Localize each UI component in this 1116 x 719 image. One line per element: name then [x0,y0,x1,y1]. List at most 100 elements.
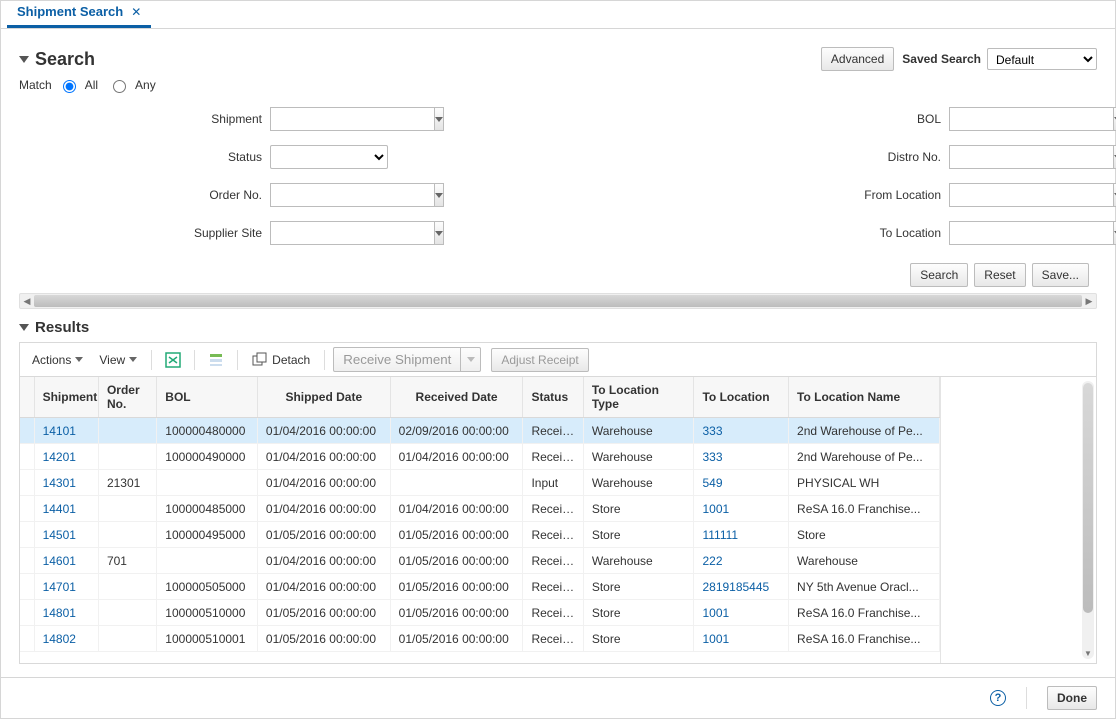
table-row[interactable]: 1440110000048500001/04/2016 00:00:0001/0… [20,496,940,522]
scroll-down-icon[interactable]: ▼ [1082,647,1094,659]
shipment-lov-button[interactable] [434,107,444,131]
detach-button[interactable]: Detach [246,348,316,372]
fromloc-input[interactable] [949,183,1113,207]
to-location-link[interactable]: 111111 [702,528,738,542]
vertical-scrollbar[interactable]: ▲ ▼ [1082,381,1094,659]
view-menu[interactable]: View [93,349,143,371]
table-blank-area: ▲ ▼ [940,377,1096,663]
table-row[interactable]: 1410110000048000001/04/2016 00:00:0002/0… [20,418,940,444]
distrono-input[interactable] [949,145,1113,169]
query-by-example-icon[interactable] [203,348,229,372]
cell-to-location: 333 [694,418,789,444]
detach-icon [252,352,268,368]
actions-menu[interactable]: Actions [26,349,89,371]
shipment-link[interactable]: 14101 [43,424,76,438]
reset-button[interactable]: Reset [974,263,1025,287]
table-row[interactable]: 1470110000050500001/04/2016 00:00:0001/0… [20,574,940,600]
divider [1026,687,1027,709]
shipment-label: Shipment [211,112,262,126]
toloc-input[interactable] [949,221,1113,245]
scroll-thumb[interactable] [1083,383,1093,613]
adjust-receipt-button[interactable]: Adjust Receipt [491,348,588,372]
cell-to-location: 222 [694,548,789,574]
col-order-no[interactable]: Order No. [98,377,156,418]
receive-shipment-label[interactable]: Receive Shipment [333,347,461,372]
shipment-link[interactable]: 14601 [43,554,76,568]
to-location-link[interactable]: 1001 [702,606,729,620]
suppliersite-lov-button[interactable] [434,221,444,245]
cell-to-loc-type: Store [583,574,694,600]
to-location-link[interactable]: 1001 [702,632,729,646]
suppliersite-label: Supplier Site [194,226,262,240]
cell-status: Received [523,548,583,574]
table-row[interactable]: 1450110000049500001/05/2016 00:00:0001/0… [20,522,940,548]
bol-input[interactable] [949,107,1113,131]
to-location-link[interactable]: 222 [702,554,722,568]
orderno-input[interactable] [270,183,434,207]
orderno-lov-button[interactable] [434,183,444,207]
shipment-link[interactable]: 14401 [43,502,76,516]
advanced-button[interactable]: Advanced [821,47,894,71]
dropdown-icon [129,357,137,362]
match-all-radio[interactable] [63,80,76,93]
divider [151,350,152,370]
col-bol[interactable]: BOL [157,377,258,418]
search-button[interactable]: Search [910,263,968,287]
col-to-loc[interactable]: To Location [694,377,789,418]
table-row[interactable]: 1480110000051000001/05/2016 00:00:0001/0… [20,600,940,626]
shipment-link[interactable]: 14802 [43,632,76,646]
table-header-row: Shipment Order No. BOL Shipped Date Rece… [20,377,940,418]
table-row[interactable]: 143012130101/04/2016 00:00:00InputWareho… [20,470,940,496]
to-location-link[interactable]: 333 [702,450,722,464]
tab-shipment-search[interactable]: Shipment Search ✕ [7,0,151,28]
cell-order-no [98,574,156,600]
col-received-date[interactable]: Received Date [390,377,523,418]
save-button[interactable]: Save... [1032,263,1089,287]
distrono-label: Distro No. [888,150,941,164]
done-button[interactable]: Done [1047,686,1097,710]
col-to-loc-name[interactable]: To Location Name [789,377,940,418]
disclosure-icon[interactable] [19,324,29,331]
cell-bol: 100000510001 [157,626,258,652]
shipment-link[interactable]: 14301 [43,476,76,490]
receive-shipment-button[interactable]: Receive Shipment [333,347,481,372]
horizontal-scrollbar[interactable]: ◀ ▶ [19,293,1097,309]
to-location-link[interactable]: 333 [702,424,722,438]
cell-received-date [390,470,523,496]
saved-search-select[interactable]: Default [987,48,1097,70]
saved-search-label: Saved Search [902,52,981,66]
cell-order-no [98,522,156,548]
shipment-input[interactable] [270,107,434,131]
export-excel-icon[interactable] [160,348,186,372]
col-shipment[interactable]: Shipment [34,377,98,418]
shipment-link[interactable]: 14701 [43,580,76,594]
results-table: Shipment Order No. BOL Shipped Date Rece… [20,377,940,652]
disclosure-icon[interactable] [19,56,29,63]
tab-title: Shipment Search [17,4,123,19]
shipment-link[interactable]: 14501 [43,528,76,542]
scroll-left-icon[interactable]: ◀ [20,294,34,308]
col-shipped-date[interactable]: Shipped Date [257,377,390,418]
col-status[interactable]: Status [523,377,583,418]
scroll-right-icon[interactable]: ▶ [1082,294,1096,308]
cell-shipped-date: 01/04/2016 00:00:00 [257,418,390,444]
table-row[interactable]: 1460170101/04/2016 00:00:0001/05/2016 00… [20,548,940,574]
close-icon[interactable]: ✕ [131,5,141,19]
shipment-link[interactable]: 14201 [43,450,76,464]
help-icon[interactable]: ? [990,690,1006,706]
scroll-thumb[interactable] [34,295,1082,307]
cell-bol: 100000510000 [157,600,258,626]
suppliersite-input[interactable] [270,221,434,245]
col-to-loc-type[interactable]: To Location Type [583,377,694,418]
match-any-radio[interactable] [113,80,126,93]
table-row[interactable]: 1480210000051000101/05/2016 00:00:0001/0… [20,626,940,652]
match-all-label: All [85,78,98,92]
to-location-link[interactable]: 2819185445 [702,580,769,594]
to-location-link[interactable]: 1001 [702,502,729,516]
shipment-link[interactable]: 14801 [43,606,76,620]
table-row[interactable]: 1420110000049000001/04/2016 00:00:0001/0… [20,444,940,470]
receive-shipment-dropdown[interactable] [461,347,481,372]
to-location-link[interactable]: 549 [702,476,722,490]
status-select[interactable] [270,145,388,169]
cell-to-loc-name: 2nd Warehouse of Pe... [789,418,940,444]
